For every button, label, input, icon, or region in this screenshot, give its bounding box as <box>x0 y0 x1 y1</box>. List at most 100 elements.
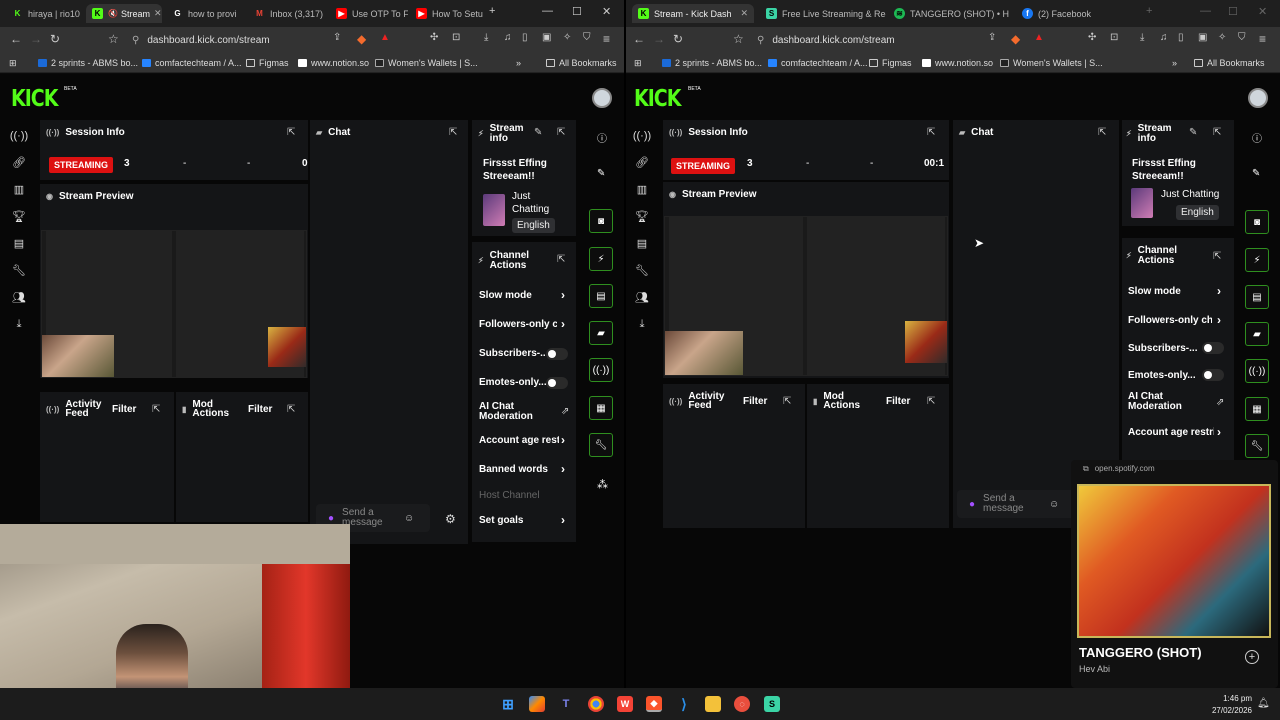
link-icon[interactable]: 🔗︎ <box>12 149 26 176</box>
chevron-right-icon[interactable]: › <box>561 433 565 447</box>
popout-icon[interactable]: ⇱ <box>152 404 160 415</box>
brave-rewards-icon[interactable]: ▲ <box>380 32 390 43</box>
popout-icon[interactable]: ⇱ <box>287 404 295 415</box>
mic-icon[interactable]: ● <box>328 513 334 524</box>
forward-icon[interactable]: → <box>30 32 42 46</box>
album-art[interactable] <box>1077 484 1271 638</box>
close-window-icon[interactable]: ✕ <box>602 5 611 18</box>
menu-icon[interactable]: ≡ <box>1259 32 1266 46</box>
chevron-right-icon[interactable]: › <box>1217 284 1221 298</box>
bookmark-folder[interactable]: Figmas <box>869 58 912 68</box>
user-avatar[interactable] <box>1248 88 1268 108</box>
account-age-row[interactable]: Account age restri <box>1128 427 1214 438</box>
download-icon[interactable]: ⤓ <box>17 311 22 338</box>
edit-icon[interactable]: ✎ <box>1252 168 1260 179</box>
share-icon[interactable]: ⇪ <box>333 32 341 43</box>
tab-gmail[interactable]: M Inbox (3,317) <box>248 4 326 23</box>
all-bookmarks[interactable]: All Bookmarks <box>546 58 617 68</box>
popout-icon[interactable]: ⇱ <box>1213 127 1221 138</box>
activity-filter-button[interactable]: Filter <box>743 396 767 407</box>
site-info-icon[interactable]: ⚲ <box>132 35 139 46</box>
apps-icon[interactable]: ⊞ <box>9 58 17 69</box>
analytics-icon[interactable]: ▥ <box>637 176 647 203</box>
trophy-icon[interactable]: 🏆︎ <box>635 203 649 230</box>
clock-date[interactable]: 27/02/2026 <box>1200 706 1252 715</box>
minimize-icon[interactable]: — <box>542 5 553 17</box>
app-icon[interactable] <box>529 696 545 712</box>
bookmark-icon[interactable]: ☆ <box>108 32 119 46</box>
wallet-icon[interactable]: ▣ <box>542 32 551 43</box>
mod-filter-button[interactable]: Filter <box>248 404 272 415</box>
wallet-icon[interactable]: ▣ <box>1198 32 1207 43</box>
brave-shield-icon[interactable]: ◆ <box>357 32 366 46</box>
download-icon[interactable]: ⤓ <box>484 32 488 43</box>
tab-hiraya[interactable]: Khiraya | rio10 <box>6 4 84 23</box>
account-age-row[interactable]: Account age rest <box>479 435 559 446</box>
address-bar[interactable]: ⚲ dashboard.kick.com/stream <box>132 32 412 48</box>
brave-rewards-icon[interactable]: ▲ <box>1034 32 1044 43</box>
reload-icon[interactable]: ↻ <box>50 32 60 46</box>
wrench-icon[interactable]: 🔧︎ <box>1245 434 1269 458</box>
bookmark-icon[interactable]: ☆ <box>733 32 744 46</box>
windows-start-icon[interactable]: ⊞ <box>500 696 516 712</box>
new-tab-icon[interactable]: + <box>1146 5 1152 17</box>
broadcast-icon[interactable]: ((·)) <box>589 358 613 382</box>
forward-icon[interactable]: → <box>653 32 665 46</box>
external-link-icon[interactable]: ⇗ <box>561 406 569 417</box>
stream-preview-video[interactable] <box>41 230 307 378</box>
emotes-only-toggle[interactable] <box>1202 369 1224 381</box>
file-explorer-icon[interactable] <box>705 696 721 712</box>
set-goals-row[interactable]: Set goals <box>479 515 559 526</box>
community-icon[interactable]: 👥︎ <box>12 284 26 311</box>
bookmark-folder[interactable]: Figmas <box>246 58 289 68</box>
apps-icon[interactable]: ⊞ <box>634 58 642 69</box>
popout-icon[interactable]: ⇱ <box>1213 251 1221 262</box>
tab-youtube-setup[interactable]: ▶ How To Setu <box>410 4 484 23</box>
maximize-icon[interactable]: ☐ <box>1228 5 1238 18</box>
screen-icon[interactable]: ◙ <box>589 209 613 233</box>
extensions-icon[interactable]: ✣ <box>430 32 438 43</box>
vpn-icon[interactable]: ⛉ <box>1238 32 1246 43</box>
ai-moderation-row[interactable]: AI Chat Moderation <box>479 402 541 422</box>
link-icon[interactable]: 🔗︎ <box>635 149 649 176</box>
bookmark-item[interactable]: 2 sprints - ABMS bo... <box>38 58 138 68</box>
chevron-right-icon[interactable]: › <box>1217 313 1221 327</box>
mic-icon[interactable]: ● <box>969 499 975 510</box>
slow-mode-row[interactable]: Slow mode <box>479 290 559 301</box>
stream-preview-video[interactable] <box>664 216 948 376</box>
tab-google[interactable]: Ghow to provi <box>166 4 244 23</box>
chevron-right-icon[interactable]: › <box>561 513 565 527</box>
tab-facebook[interactable]: f (2) Facebook <box>1016 4 1142 23</box>
chevron-right-icon[interactable]: › <box>561 317 565 331</box>
emotes-only-toggle[interactable] <box>546 377 568 389</box>
edit-icon[interactable]: ✎ <box>1189 127 1197 138</box>
vpn-icon[interactable]: ⛉ <box>583 32 591 43</box>
extensions-icon[interactable]: ✣ <box>1088 32 1096 43</box>
tab-streamyard[interactable]: S Free Live Streaming & Rec <box>760 4 886 23</box>
maximize-icon[interactable]: ☐ <box>572 5 582 18</box>
brave-icon[interactable]: ◆ <box>646 696 662 712</box>
site-info-icon[interactable]: ⚲ <box>757 35 764 46</box>
popout-icon[interactable]: ⇱ <box>287 127 295 138</box>
more-bookmarks-icon[interactable]: » <box>1172 58 1177 68</box>
analytics-icon[interactable]: ▥ <box>14 176 24 203</box>
vscode-icon[interactable]: ⟩ <box>676 696 692 712</box>
screen-icon[interactable]: ◙ <box>1245 210 1269 234</box>
followers-only-row[interactable]: Followers-only cha <box>1128 315 1212 326</box>
reload-icon[interactable]: ↻ <box>673 32 683 46</box>
close-tab-icon[interactable]: ✕ <box>736 8 748 19</box>
brave-shield-icon[interactable]: ◆ <box>1011 32 1020 46</box>
bookmark-item[interactable]: 2 sprints - ABMS bo... <box>662 58 762 68</box>
sidebar-icon[interactable]: ▯ <box>522 32 528 43</box>
menu-icon[interactable]: ≡ <box>603 32 610 46</box>
add-to-library-icon[interactable]: + <box>1245 650 1259 664</box>
followers-only-row[interactable]: Followers-only cl <box>479 319 557 330</box>
screenshot-icon[interactable]: ⊡ <box>1110 32 1118 43</box>
info-icon[interactable]: ⓘ <box>597 130 607 145</box>
close-window-icon[interactable]: ✕ <box>1258 5 1267 18</box>
tab-spotify[interactable]: ≋ TANGGERO (SHOT) • H <box>888 4 1014 23</box>
document-icon[interactable]: ▤ <box>589 284 613 308</box>
bookmark-item[interactable]: www.notion.so <box>922 58 993 68</box>
community-icon[interactable]: 👥︎ <box>635 284 649 311</box>
back-icon[interactable]: ← <box>10 32 22 46</box>
